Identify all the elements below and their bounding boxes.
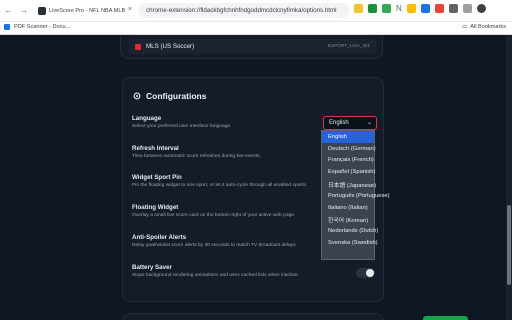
- extension-icon[interactable]: [368, 4, 377, 13]
- setting-title: Refresh Interval: [132, 145, 179, 152]
- language-option[interactable]: Français (French): [322, 155, 374, 167]
- sports-card: MLS (US Soccer) ESPORT_USA_ID1: [120, 35, 383, 59]
- browser-tab[interactable]: LiveScore Pro - NFL NBA MLB NHL Alerts ×: [34, 2, 136, 20]
- setting-title: Widget Sport Pin: [132, 174, 182, 181]
- language-option[interactable]: Nederlands (Dutch): [322, 225, 378, 237]
- setting-anti-spoiler: Anti-Spoiler Alerts Delay goal/wicket sc…: [132, 234, 332, 248]
- avatar[interactable]: [476, 4, 486, 13]
- sidepanel-icon[interactable]: [462, 4, 472, 13]
- extension-icon[interactable]: N: [396, 4, 402, 13]
- setting-language: Language Select your preferred user inte…: [132, 115, 332, 129]
- folder-icon: ▭: [461, 24, 468, 30]
- sport-label: MLS (US Soccer): [146, 43, 195, 50]
- setting-title: Battery Saver: [132, 264, 172, 271]
- save-button[interactable]: [423, 316, 468, 320]
- setting-refresh-interval: Refresh Interval Time between automatic …: [132, 145, 332, 159]
- puzzle-icon[interactable]: [448, 4, 458, 13]
- bookmark-label: PDF Scanner - Docu...: [14, 24, 71, 30]
- bookmark-item[interactable]: PDF Scanner - Docu...: [4, 24, 70, 30]
- language-option[interactable]: 한국어 (Korean): [322, 214, 374, 226]
- setting-desc: Overlay a small live score card on the b…: [132, 213, 296, 218]
- setting-desc: Select your preferred user interface lan…: [132, 124, 232, 129]
- chevron-down-icon: ⌄: [366, 120, 372, 126]
- language-option[interactable]: Svenska (Swedish): [322, 237, 378, 249]
- all-bookmarks-label: All Bookmarks: [470, 24, 506, 30]
- language-selected-value: English: [329, 120, 349, 126]
- setting-desc: Stops background rendering animations an…: [132, 273, 299, 278]
- toggle-knob: [366, 269, 374, 277]
- sport-id: ESPORT_USA_ID1: [327, 44, 370, 49]
- tab-title: LiveScore Pro - NFL NBA MLB NHL Alerts: [49, 8, 127, 14]
- address-bar[interactable]: chrome-extension://fldackbgfchnhfndgoddm…: [138, 3, 350, 18]
- page-scrollbar[interactable]: [506, 35, 512, 320]
- gear-icon: [133, 92, 141, 100]
- setting-desc: Delay goal/wicket score alerts by 30 sec…: [132, 243, 297, 248]
- language-select[interactable]: English ⌄: [323, 116, 377, 130]
- setting-desc: Pin the floating widget to one sport, or…: [132, 183, 308, 188]
- extensions-row: N: [354, 4, 486, 13]
- setting-battery-saver: Battery Saver Stops background rendering…: [132, 264, 332, 278]
- checkbox[interactable]: [135, 43, 141, 50]
- next-card: [122, 313, 384, 320]
- close-icon[interactable]: ×: [128, 6, 132, 13]
- configurations-title: Configurations: [146, 91, 207, 101]
- star-icon[interactable]: [354, 4, 363, 13]
- extension-icon[interactable]: [420, 4, 430, 13]
- tab-favicon-icon: [38, 7, 46, 15]
- sport-row-mls[interactable]: MLS (US Soccer) ESPORT_USA_ID1: [129, 39, 376, 54]
- setting-title: Floating Widget: [132, 204, 179, 211]
- bookmarks-bar: PDF Scanner - Docu... ▭ All Bookmarks: [0, 22, 512, 35]
- back-icon[interactable]: ←: [4, 4, 13, 16]
- setting-title: Anti-Spoiler Alerts: [132, 234, 187, 241]
- url-text: chrome-extension://fldackbgfchnhfndgoddm…: [146, 7, 337, 14]
- extension-icon[interactable]: [382, 4, 391, 13]
- browser-toolbar: ← → ↻ LiveScore Pro - NFL NBA MLB NHL Al…: [0, 0, 512, 22]
- extension-icon[interactable]: [406, 4, 416, 13]
- setting-floating-widget: Floating Widget Overlay a small live sco…: [132, 204, 332, 218]
- language-option[interactable]: Deutsch (German): [322, 143, 376, 155]
- language-option[interactable]: Español (Spanish): [322, 166, 375, 178]
- setting-widget-sport-pin: Widget Sport Pin Pin the floating widget…: [132, 174, 332, 188]
- forward-icon[interactable]: →: [19, 4, 28, 16]
- language-option[interactable]: English: [322, 131, 374, 143]
- configurations-header: Configurations: [133, 91, 206, 101]
- scrollbar-thumb[interactable]: [507, 205, 511, 285]
- language-option[interactable]: Português (Portuguese): [322, 190, 390, 202]
- extension-icon[interactable]: [434, 4, 444, 13]
- all-bookmarks[interactable]: ▭ All Bookmarks: [462, 24, 506, 30]
- language-dropdown[interactable]: English Deutsch (German) Français (Frenc…: [321, 130, 390, 260]
- setting-desc: Time between automatic score refreshes d…: [132, 154, 261, 159]
- language-option[interactable]: Italiano (Italian): [322, 202, 374, 214]
- bookmark-favicon-icon: [4, 24, 10, 30]
- setting-title: Language: [132, 115, 162, 122]
- battery-saver-toggle[interactable]: [356, 268, 375, 278]
- language-option[interactable]: 日本語 (Japanese): [322, 178, 376, 190]
